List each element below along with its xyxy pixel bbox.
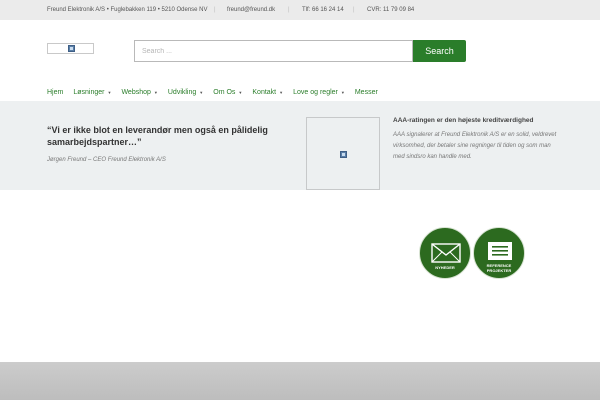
phone-number: Tlf: 66 16 24 14 bbox=[302, 7, 344, 13]
chevron-down-icon: ▼ bbox=[238, 89, 243, 95]
chevron-down-icon: ▼ bbox=[199, 89, 204, 95]
nav-item-love-og-regler[interactable]: Love og regler ▼ bbox=[293, 89, 345, 96]
testimonial-quote: “Vi er ikke blot en leverandør men også … bbox=[47, 125, 268, 147]
nav-item-om-os[interactable]: Om Os ▼ bbox=[213, 89, 242, 96]
nav-item-label: Hjem bbox=[47, 88, 64, 96]
nav-item-label: Love og regler bbox=[293, 88, 338, 96]
search-button[interactable]: Search bbox=[413, 40, 466, 62]
main-navigation: Hjem Løsninger ▼ Webshop ▼ Udvikling ▼ Om O… bbox=[47, 86, 388, 98]
chevron-down-icon: ▼ bbox=[153, 89, 158, 95]
nav-item-webshop[interactable]: Webshop ▼ bbox=[121, 89, 157, 96]
projects-label: PROJEKTER bbox=[486, 268, 512, 273]
broken-image-icon bbox=[68, 45, 75, 52]
nav-item-label: Udvikling bbox=[167, 88, 197, 96]
nav-item-kontakt[interactable]: Kontakt ▼ bbox=[252, 89, 283, 96]
document-icon bbox=[488, 242, 512, 260]
nav-item-hjem[interactable]: Hjem bbox=[47, 89, 63, 96]
envelope-icon bbox=[431, 243, 461, 263]
reference-projects-button[interactable]: REFERENCE PROJEKTER bbox=[473, 227, 525, 279]
company-address: Freund Elektronik A/S • Fuglebakken 119 … bbox=[47, 7, 208, 13]
nav-item-label: Messer bbox=[354, 88, 378, 96]
chevron-down-icon: ▼ bbox=[279, 89, 284, 95]
nav-item-label: Kontakt bbox=[252, 88, 277, 96]
nav-item-label: Webshop bbox=[121, 88, 151, 96]
news-button[interactable]: NYHEDER bbox=[419, 227, 471, 279]
separator: | bbox=[353, 7, 355, 13]
separator: | bbox=[214, 7, 216, 13]
nav-item-losninger[interactable]: Løsninger ▼ bbox=[73, 89, 111, 96]
nav-item-label: Om Os bbox=[213, 88, 236, 96]
nav-item-label: Løsninger bbox=[73, 88, 105, 96]
email-link[interactable]: freund@freund.dk bbox=[227, 7, 275, 13]
search-input[interactable] bbox=[134, 40, 413, 62]
aaa-rating-text: AAA signalerer at Freund Elektronik A/S … bbox=[393, 132, 557, 160]
rating-image bbox=[306, 117, 380, 190]
testimonial-author: Jørgen Freund – CEO Freund Elektronik A/… bbox=[47, 157, 166, 163]
cvr-number: CVR: 11 79 09 84 bbox=[367, 7, 415, 13]
chevron-down-icon: ▼ bbox=[340, 89, 345, 95]
nav-item-messer[interactable]: Messer bbox=[355, 89, 378, 96]
footer bbox=[0, 362, 600, 400]
nav-item-udvikling[interactable]: Udvikling ▼ bbox=[168, 89, 203, 96]
separator: | bbox=[288, 7, 290, 13]
chevron-down-icon: ▼ bbox=[107, 89, 112, 95]
site-logo[interactable] bbox=[47, 43, 94, 54]
broken-image-icon bbox=[340, 151, 347, 158]
aaa-rating-title: AAA-ratingen er den højeste kreditværdig… bbox=[393, 117, 534, 124]
news-label: NYHEDER bbox=[435, 265, 455, 270]
top-info-bar: Freund Elektronik A/S • Fuglebakken 119 … bbox=[0, 0, 600, 20]
